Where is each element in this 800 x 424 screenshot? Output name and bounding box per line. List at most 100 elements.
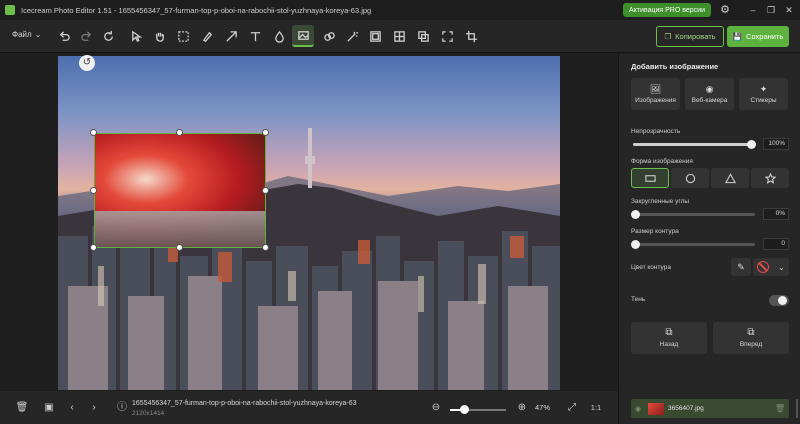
zoom-value: 47%	[535, 403, 551, 412]
image-compare-icon[interactable]: ▣	[41, 400, 57, 416]
drop-tool[interactable]	[268, 25, 290, 47]
frame-tool[interactable]	[364, 25, 386, 47]
minimize-button[interactable]: –	[744, 2, 762, 18]
forward-button[interactable]: ⧉ Вперед	[713, 322, 789, 354]
corners-slider-knob[interactable]	[631, 210, 640, 219]
canvas-area[interactable]	[0, 54, 618, 390]
magic-tool[interactable]	[341, 25, 363, 47]
resize-handle[interactable]	[262, 187, 269, 194]
resize-handle[interactable]	[176, 129, 183, 136]
stickers-source-button[interactable]: ✦ Стикеры	[739, 78, 788, 110]
info-icon[interactable]: ⓘ	[114, 400, 130, 416]
copy-layer-tool[interactable]	[412, 25, 434, 47]
expand-tool[interactable]	[436, 25, 458, 47]
bring-forward-icon: ⧉	[747, 327, 755, 338]
layer-thumbnail	[648, 402, 664, 415]
pointer-tool[interactable]	[125, 25, 147, 47]
activate-pro-button[interactable]: Активация PRO версии	[623, 3, 711, 17]
border-color-dropdown[interactable]: ⌄	[753, 258, 789, 276]
shape-star-button[interactable]	[751, 168, 789, 188]
resize-handle[interactable]	[90, 244, 97, 251]
fill-tool[interactable]	[318, 25, 340, 47]
copy-icon: ❐	[664, 32, 672, 41]
opacity-slider-knob[interactable]	[747, 140, 756, 149]
resize-handle[interactable]	[262, 129, 269, 136]
stickers-source-label: Стикеры	[750, 96, 777, 104]
settings-gear-icon[interactable]: ⚙	[718, 3, 732, 17]
split-tool[interactable]	[388, 25, 410, 47]
layer-delete-icon[interactable]: 🗑	[775, 404, 785, 413]
arrow-tool[interactable]	[220, 25, 242, 47]
images-source-button[interactable]: 🖼 Изображения	[631, 78, 680, 110]
image-dimensions: 2120x1414	[132, 410, 165, 417]
corners-slider-track[interactable]	[633, 213, 755, 216]
border-slider-track[interactable]	[633, 243, 755, 246]
brush-tool[interactable]	[196, 25, 218, 47]
visibility-eye-icon[interactable]: ◉	[631, 405, 645, 413]
images-source-label: Изображения	[635, 96, 676, 104]
save-button[interactable]: 💾 Сохранить	[727, 26, 789, 47]
text-tool[interactable]	[244, 25, 266, 47]
opacity-value[interactable]: 100%	[763, 138, 789, 150]
shape-rectangle-button[interactable]	[631, 168, 669, 188]
inserted-image[interactable]	[94, 133, 266, 248]
shadow-toggle-knob	[778, 296, 787, 305]
forward-button-label: Вперед	[739, 341, 763, 348]
add-image-panel: Добавить изображение 🖼 Изображения ◉ Веб…	[618, 54, 800, 424]
layer-name: 3656407.jpg	[668, 405, 704, 412]
resize-handle[interactable]	[262, 244, 269, 251]
save-icon: 💾	[732, 32, 743, 41]
eyedropper-icon[interactable]: ✎	[731, 258, 751, 276]
zoom-slider-knob[interactable]	[460, 405, 469, 414]
redo-button[interactable]	[75, 25, 97, 47]
close-button[interactable]: ✕	[780, 2, 798, 18]
shape-triangle-button[interactable]	[711, 168, 749, 188]
copy-button[interactable]: ❐ Копировать	[656, 26, 724, 47]
resize-handle[interactable]	[90, 187, 97, 194]
sticker-icon: ✦	[759, 83, 768, 94]
border-slider-knob[interactable]	[631, 240, 640, 249]
send-back-icon: ⧉	[665, 327, 673, 338]
layer-item[interactable]: ◉ 3656407.jpg 🗑	[631, 399, 789, 418]
main-toolbar: Файл ⌄ ❐ Копировать 💾 Сохранить	[0, 20, 800, 53]
back-button[interactable]: ⧉ Назад	[631, 322, 707, 354]
layers-scrollbar[interactable]	[796, 399, 798, 418]
shape-label: Форма изображения	[631, 158, 693, 165]
opacity-label: Непрозрачность	[631, 128, 681, 135]
file-menu-label: Файл	[12, 30, 32, 39]
webcam-source-label: Веб-камера	[691, 96, 728, 104]
file-menu[interactable]: Файл ⌄	[12, 30, 41, 39]
panel-title: Добавить изображение	[631, 62, 719, 71]
chevron-down-icon: ⌄	[34, 30, 42, 39]
chevron-down-icon: ⌄	[777, 262, 785, 272]
undo-button[interactable]	[53, 25, 75, 47]
bottom-bar: 🗑 ▣ ‹ › ⓘ 1655456347_57-furman-top-p-obo…	[0, 391, 618, 424]
crop-rotate-icon[interactable]: ↺	[79, 55, 95, 71]
corners-value[interactable]: 0%	[763, 208, 789, 220]
zoom-in-icon[interactable]: ⊕	[514, 400, 530, 416]
zoom-out-icon[interactable]: ⊖	[428, 400, 444, 416]
webcam-icon: ◉	[705, 83, 714, 94]
border-size-label: Размер контура	[631, 228, 679, 235]
next-icon[interactable]: ›	[86, 400, 102, 416]
shape-circle-button[interactable]	[671, 168, 709, 188]
resize-handle[interactable]	[90, 129, 97, 136]
rect-select-tool[interactable]	[172, 25, 194, 47]
border-size-value[interactable]: 0	[763, 238, 789, 250]
maximize-button[interactable]: ❐	[762, 2, 780, 18]
crop-tool[interactable]	[460, 25, 482, 47]
rotate-button[interactable]	[97, 25, 119, 47]
webcam-source-button[interactable]: ◉ Веб-камера	[685, 78, 734, 110]
fit-screen-icon[interactable]: ⤢	[564, 400, 580, 416]
no-color-icon	[757, 261, 770, 273]
add-image-tool[interactable]	[292, 25, 314, 47]
shadow-label: Тень	[631, 296, 646, 303]
resize-handle[interactable]	[176, 244, 183, 251]
hand-tool[interactable]	[148, 25, 170, 47]
trash-icon[interactable]: 🗑	[14, 400, 30, 416]
inserted-image-reflection	[95, 210, 265, 247]
back-button-label: Назад	[659, 341, 679, 348]
previous-icon[interactable]: ‹	[64, 400, 80, 416]
actual-size-button[interactable]: 1:1	[588, 400, 604, 416]
image-icon: 🖼	[649, 83, 662, 94]
